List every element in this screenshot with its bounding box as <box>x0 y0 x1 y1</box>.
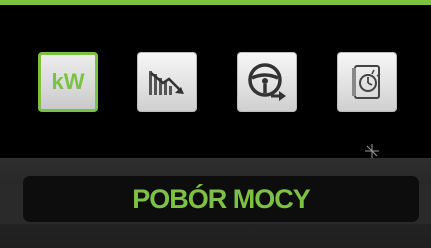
mode-title: POBÓR MOCY <box>132 183 311 214</box>
driving-mode-button[interactable] <box>237 52 297 112</box>
clock-gauge-icon <box>352 65 381 99</box>
kw-icon: kW <box>51 69 85 94</box>
mode-title-box: POBÓR MOCY <box>23 176 419 222</box>
timer-gauge-button[interactable] <box>337 52 397 112</box>
kw-mode-button[interactable]: kW <box>38 52 98 112</box>
mode-selector: kW <box>0 52 431 118</box>
sparkle-icon <box>365 144 379 158</box>
steering-wheel-icon <box>248 63 286 101</box>
screen: kW POBÓR MOCY <box>0 0 431 248</box>
consumption-chart-button[interactable] <box>137 52 197 112</box>
bar-chart-down-icon <box>149 71 184 95</box>
top-accent-bar <box>0 0 431 10</box>
